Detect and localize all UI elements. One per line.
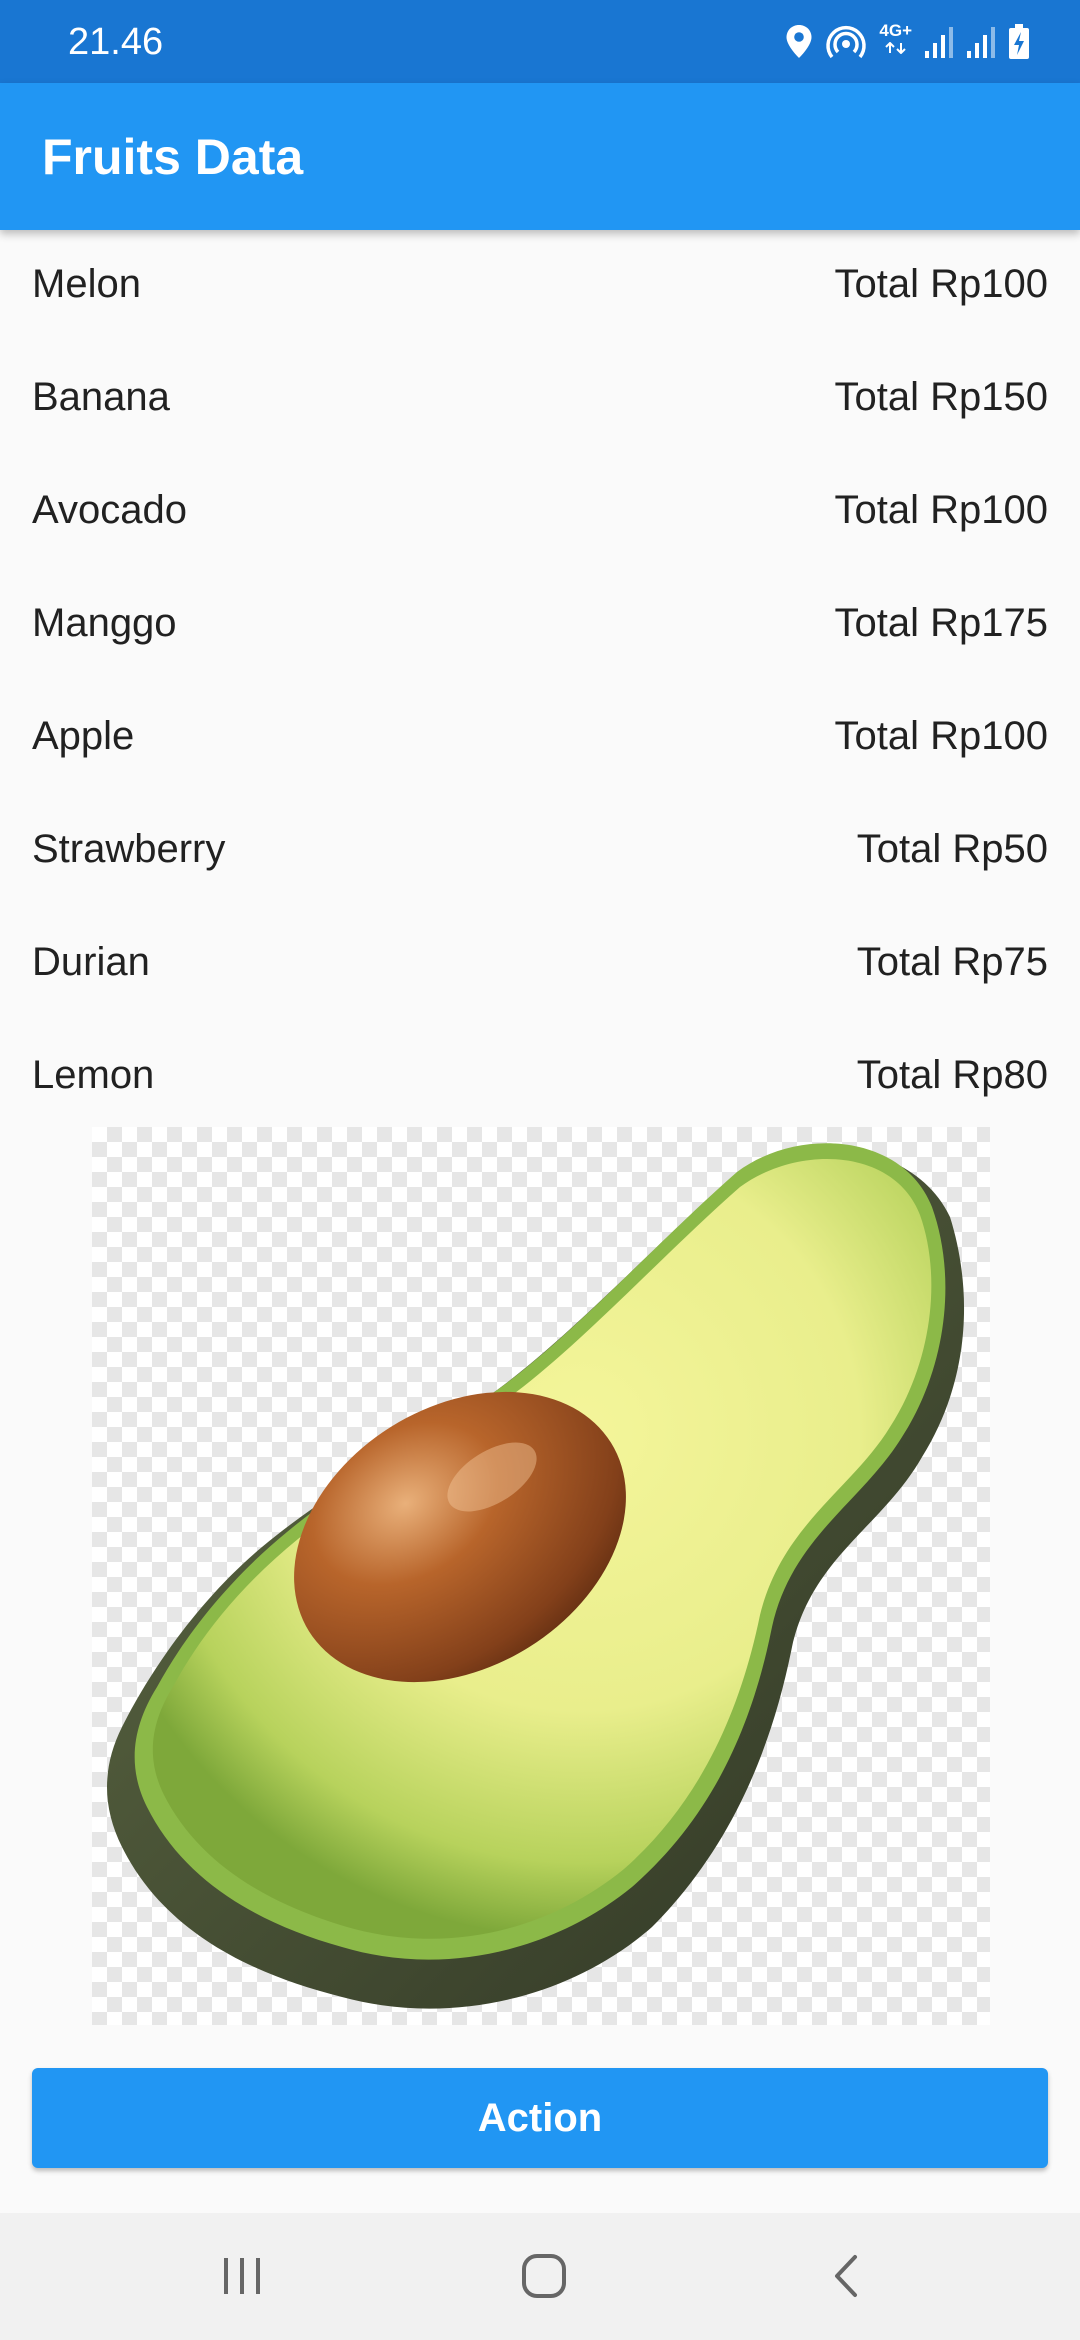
- list-item: Banana Total Rp150: [0, 343, 1080, 456]
- fruit-total: Total Rp100: [834, 262, 1048, 306]
- fruit-total: Total Rp75: [856, 940, 1048, 984]
- fruit-total: Total Rp80: [856, 1053, 1048, 1097]
- fruit-name: Durian: [32, 940, 150, 984]
- list-item: Durian Total Rp75: [0, 908, 1080, 1021]
- battery-charging-icon: [1008, 24, 1030, 60]
- recents-icon[interactable]: [212, 2246, 272, 2306]
- fruit-name: Manggo: [32, 601, 177, 645]
- fruit-name: Lemon: [32, 1053, 155, 1097]
- fruit-list: Melon Total Rp100 Banana Total Rp150 Avo…: [0, 230, 1080, 1134]
- list-item: Avocado Total Rp100: [0, 456, 1080, 569]
- status-icons: 4G+: [785, 20, 1030, 64]
- page-title: Fruits Data: [42, 129, 304, 185]
- status-bar: 21.46 4G+: [0, 0, 1080, 83]
- fruit-total: Total Rp50: [856, 827, 1048, 871]
- avocado-image: [92, 1127, 990, 2025]
- app-bar: Fruits Data: [0, 83, 1080, 230]
- signal-icon: [966, 25, 996, 59]
- network-label: 4G+: [879, 21, 912, 40]
- list-item: Manggo Total Rp175: [0, 569, 1080, 682]
- back-icon[interactable]: [816, 2246, 876, 2306]
- fruit-name: Strawberry: [32, 827, 226, 871]
- list-item: Apple Total Rp100: [0, 682, 1080, 795]
- list-item: Strawberry Total Rp50: [0, 795, 1080, 908]
- network-4g-icon: 4G+: [879, 22, 912, 54]
- fruit-name: Banana: [32, 375, 170, 419]
- fruit-name: Apple: [32, 714, 135, 758]
- signal-icon: [924, 25, 954, 59]
- hotspot-icon: [825, 24, 867, 60]
- list-item: Lemon Total Rp80: [0, 1021, 1080, 1134]
- action-button[interactable]: Action: [32, 2068, 1048, 2168]
- home-icon[interactable]: [514, 2246, 574, 2306]
- fruit-total: Total Rp100: [834, 714, 1048, 758]
- location-icon: [785, 24, 813, 60]
- fruit-total: Total Rp100: [834, 488, 1048, 532]
- fruit-total: Total Rp150: [834, 375, 1048, 419]
- fruit-name: Melon: [32, 262, 141, 306]
- list-item: Melon Total Rp100: [0, 230, 1080, 343]
- navigation-bar: [0, 2213, 1080, 2340]
- status-time: 21.46: [68, 21, 164, 63]
- fruit-name: Avocado: [32, 488, 187, 532]
- fruit-total: Total Rp175: [834, 601, 1048, 645]
